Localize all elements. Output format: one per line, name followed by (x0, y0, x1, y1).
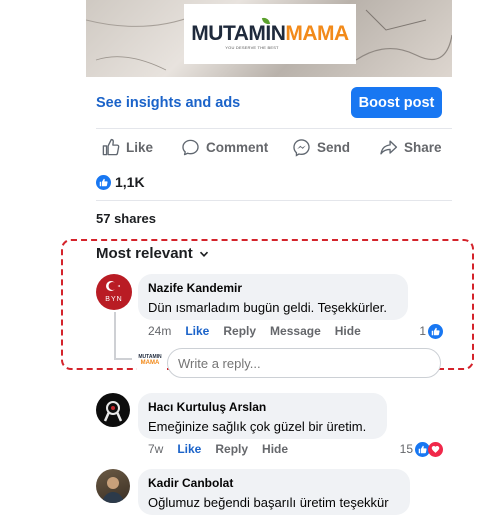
reaction-summary[interactable]: 1,1K (96, 174, 145, 190)
commenter-avatar[interactable]: ΒΥΝ (96, 274, 132, 310)
sort-label: Most relevant (96, 245, 193, 262)
comment-meta: 7w Like Reply Hide 15 (148, 441, 443, 457)
comment-bubble[interactable]: Nazife Kandemir Dün ısmarladım bugün gel… (138, 274, 408, 320)
see-insights-link[interactable]: See insights and ads (96, 95, 240, 111)
comment-message-button[interactable]: Message (270, 324, 321, 338)
comment-time: 24m (148, 324, 172, 338)
comment-time: 7w (148, 442, 164, 456)
reaction-count: 1,1K (115, 174, 145, 190)
like-action-label: Like (126, 139, 154, 155)
boost-post-button[interactable]: Boost post (351, 87, 442, 118)
comment-hide-button[interactable]: Hide (262, 442, 288, 456)
commenter-avatar[interactable] (96, 393, 130, 427)
comment-action-button[interactable]: Comment (181, 137, 268, 157)
comment-bubble[interactable]: Kadir Canbolat Oğlumuz beğendi başarılı … (138, 469, 410, 515)
turkish-flag-avatar-icon (106, 281, 120, 291)
comment-text: Oğlumuz beğendi başarılı üretim teşekkür (148, 495, 389, 510)
avatar-letters: ΒΥΝ (105, 296, 123, 303)
share-action-label: Share (404, 139, 442, 155)
send-action-label: Send (317, 139, 351, 155)
comment-like-button[interactable]: Like (177, 442, 201, 456)
comment-reaction-count[interactable]: 1 (419, 324, 426, 338)
comment-hide-button[interactable]: Hide (335, 324, 361, 338)
share-action-button[interactable]: Share (379, 137, 442, 157)
logo-text-dark: MUTAMIN (191, 22, 286, 45)
thread-connector (114, 312, 116, 360)
comment-sort-dropdown[interactable]: Most relevant (96, 245, 209, 262)
commenter-name[interactable]: Hacı Kurtuluş Arslan (148, 400, 377, 414)
chevron-down-icon (199, 251, 208, 257)
page-avatar: MUTAMIN MAMA (137, 354, 163, 372)
shares-count[interactable]: 57 shares (96, 211, 156, 226)
messenger-icon (293, 138, 310, 157)
divider (96, 200, 452, 201)
like-reaction-icon (96, 174, 111, 190)
logo-text-orange: MAMA (285, 22, 349, 45)
comment-like-button[interactable]: Like (185, 324, 209, 338)
heart-reaction-icon (428, 441, 443, 457)
logo-tagline: YOU DESERVE THE BEST (225, 45, 279, 50)
reply-input[interactable] (167, 348, 441, 378)
thumbs-up-icon (102, 138, 120, 155)
thread-connector (114, 358, 132, 360)
commenter-name[interactable]: Kadir Canbolat (148, 476, 400, 490)
comment-reaction-count[interactable]: 15 (400, 442, 413, 456)
share-arrow-icon (380, 139, 398, 155)
send-action-button[interactable]: Send (292, 137, 350, 157)
brand-logo: MUTAMINMAMA YOU DESERVE THE BEST (184, 4, 356, 64)
post-image[interactable]: MUTAMINMAMA YOU DESERVE THE BEST (86, 0, 452, 77)
comment-reply-button[interactable]: Reply (215, 442, 248, 456)
comment-meta: 24m Like Reply Message Hide 1 (148, 323, 443, 339)
photo-avatar-icon (102, 477, 124, 503)
commenter-name[interactable]: Nazife Kandemir (148, 281, 398, 295)
divider (96, 128, 452, 129)
comment-text: Emeğinize sağlık çok güzel bir üretim. (148, 419, 367, 434)
comment-icon (182, 139, 199, 155)
comment-reply-button[interactable]: Reply (223, 324, 256, 338)
comment-text: Dün ısmarladım bugün geldi. Teşekkürler. (148, 300, 387, 315)
commenter-avatar[interactable] (96, 469, 130, 503)
ribbon-avatar-icon (103, 401, 123, 422)
page-avatar-text-orange: MAMA (140, 360, 160, 366)
comment-bubble[interactable]: Hacı Kurtuluş Arslan Emeğinize sağlık ço… (138, 393, 387, 439)
comment-action-label: Comment (206, 139, 269, 155)
like-action-button[interactable]: Like (101, 137, 153, 157)
like-reaction-icon (428, 323, 443, 339)
